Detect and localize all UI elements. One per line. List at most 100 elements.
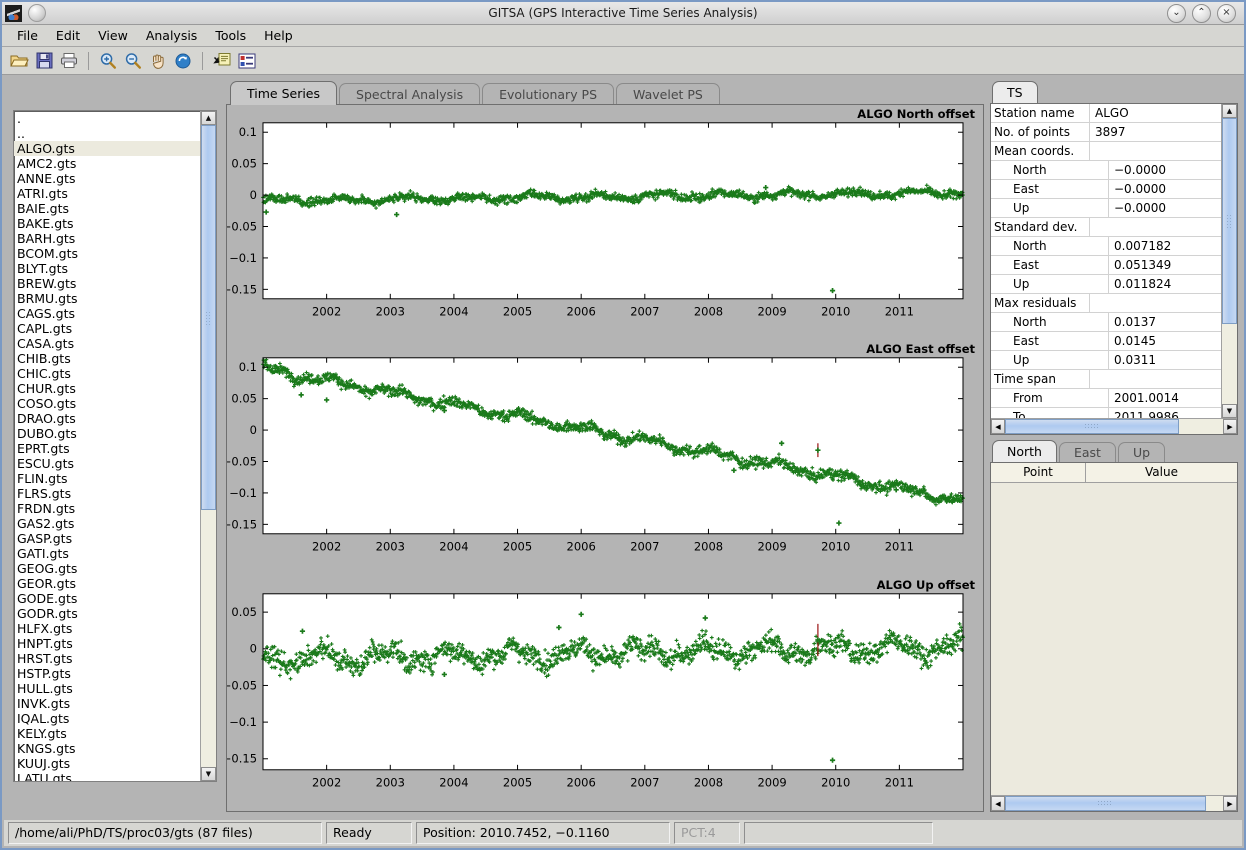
ts-info-row[interactable]: Station nameALGO [991,104,1221,123]
ts-info-row[interactable]: To2011.9986 [991,408,1221,418]
print-icon[interactable] [58,50,80,72]
scroll-thumb[interactable] [201,125,216,510]
file-list-item[interactable]: HLFX.gts [14,621,200,636]
file-list-item[interactable]: KELY.gts [14,726,200,741]
plot-up[interactable]: ALGO Up offset 0.050−0.05−0.1−0.15200220… [227,576,983,811]
file-list-item[interactable]: HSTP.gts [14,666,200,681]
pv-hscroll-track[interactable] [1005,796,1223,811]
ts-info-row[interactable]: Time span [991,370,1221,389]
menu-view[interactable]: View [89,26,137,45]
file-list[interactable]: ...ALGO.gtsAMC2.gtsANNE.gtsATRI.gtsBAIE.… [14,111,200,781]
file-list-item[interactable]: .. [14,126,200,141]
tab-time-series[interactable]: Time Series [230,81,337,105]
file-list-item[interactable]: BCOM.gts [14,246,200,261]
file-list-item[interactable]: FLIN.gts [14,471,200,486]
file-list-item[interactable]: BRMU.gts [14,291,200,306]
pan-hand-icon[interactable] [147,50,169,72]
file-list-item[interactable]: ALGO.gts [14,141,200,156]
file-list-scrollbar[interactable]: ▲ ▼ [200,111,216,781]
file-list-item[interactable]: CHIC.gts [14,366,200,381]
ts-info-row[interactable]: Up0.0311 [991,351,1221,370]
file-list-item[interactable]: . [14,111,200,126]
menu-analysis[interactable]: Analysis [137,26,207,45]
pv-scroll-left-arrow-icon[interactable]: ◀ [991,796,1005,811]
file-list-item[interactable]: CAGS.gts [14,306,200,321]
ts-info-row[interactable]: Up0.011824 [991,275,1221,294]
scroll-down-arrow-icon[interactable]: ▼ [201,767,216,781]
ts-scroll-thumb[interactable] [1222,118,1237,324]
plot-east[interactable]: ALGO East offset 0.10.050−0.05−0.1−0.152… [227,340,983,575]
ts-hscroll-thumb[interactable] [1005,419,1179,434]
file-list-item[interactable]: BAIE.gts [14,201,200,216]
zoom-out-icon[interactable] [122,50,144,72]
ts-scroll-left-arrow-icon[interactable]: ◀ [991,419,1005,434]
maximize-button[interactable]: ⌃ [1192,4,1211,23]
point-value-hscrollbar[interactable]: ◀ ▶ [991,795,1237,811]
tab-ts[interactable]: TS [992,81,1038,104]
minimize-button[interactable]: ⌄ [1167,4,1186,23]
close-button[interactable]: × [1217,4,1236,23]
file-list-item[interactable]: HNPT.gts [14,636,200,651]
scroll-up-arrow-icon[interactable]: ▲ [201,111,216,125]
point-value-body[interactable] [991,483,1237,795]
file-list-item[interactable]: GEOG.gts [14,561,200,576]
file-list-item[interactable]: AMC2.gts [14,156,200,171]
file-list-item[interactable]: BAKE.gts [14,216,200,231]
file-list-item[interactable]: IQAL.gts [14,711,200,726]
menu-help[interactable]: Help [255,26,302,45]
ts-info-row[interactable]: East0.0145 [991,332,1221,351]
ts-info-row[interactable]: Up−0.0000 [991,199,1221,218]
scroll-track[interactable] [201,125,216,767]
menu-tools[interactable]: Tools [206,26,255,45]
tab-wavelet-ps[interactable]: Wavelet PS [616,83,720,105]
tab-spectral-analysis[interactable]: Spectral Analysis [339,83,480,105]
ts-info-row[interactable]: North0.0137 [991,313,1221,332]
ts-info-row[interactable]: East0.051349 [991,256,1221,275]
tab-east[interactable]: East [1059,442,1116,463]
file-list-item[interactable]: BREW.gts [14,276,200,291]
file-list-item[interactable]: ESCU.gts [14,456,200,471]
ts-info-row[interactable]: From2001.0014 [991,389,1221,408]
ts-horizontal-scrollbar[interactable]: ◀ ▶ [991,418,1237,434]
file-list-item[interactable]: BARH.gts [14,231,200,246]
file-list-item[interactable]: CAPL.gts [14,321,200,336]
ts-scroll-down-arrow-icon[interactable]: ▼ [1222,404,1237,418]
file-list-item[interactable]: CHIB.gts [14,351,200,366]
menu-edit[interactable]: Edit [47,26,89,45]
file-list-item[interactable]: COSO.gts [14,396,200,411]
zoom-in-icon[interactable] [97,50,119,72]
file-list-item[interactable]: DUBO.gts [14,426,200,441]
ts-info-row[interactable]: East−0.0000 [991,180,1221,199]
ts-info-row[interactable]: No. of points3897 [991,123,1221,142]
pv-scroll-right-arrow-icon[interactable]: ▶ [1223,796,1237,811]
open-folder-icon[interactable] [8,50,30,72]
file-list-item[interactable]: FLRS.gts [14,486,200,501]
ts-info-row[interactable]: Standard dev. [991,218,1221,237]
plot-north[interactable]: ALGO North offset 0.10.050−0.05−0.1−0.15… [227,105,983,340]
ts-info-row[interactable]: North−0.0000 [991,161,1221,180]
file-list-item[interactable]: EPRT.gts [14,441,200,456]
file-list-item[interactable]: CASA.gts [14,336,200,351]
pv-hscroll-thumb[interactable] [1005,796,1206,811]
ts-scroll-up-arrow-icon[interactable]: ▲ [1222,104,1237,118]
file-list-item[interactable]: HRST.gts [14,651,200,666]
file-list-item[interactable]: KUUJ.gts [14,756,200,771]
file-list-item[interactable]: DRAO.gts [14,411,200,426]
tab-north[interactable]: North [992,440,1057,463]
ts-info-row[interactable]: Mean coords. [991,142,1221,161]
ts-info-row[interactable]: Max residuals [991,294,1221,313]
ts-hscroll-track[interactable] [1005,419,1223,434]
file-list-item[interactable]: GASP.gts [14,531,200,546]
rotate-icon[interactable] [172,50,194,72]
ts-scroll-track[interactable] [1222,118,1237,404]
file-list-item[interactable]: KNGS.gts [14,741,200,756]
save-floppy-icon[interactable] [33,50,55,72]
file-list-item[interactable]: GEOR.gts [14,576,200,591]
file-list-item[interactable]: INVK.gts [14,696,200,711]
file-list-item[interactable]: GAS2.gts [14,516,200,531]
file-list-item[interactable]: LATU.gts [14,771,200,781]
ts-vertical-scrollbar[interactable]: ▲ ▼ [1221,104,1237,418]
insert-note-icon[interactable] [211,50,233,72]
file-list-item[interactable]: HULL.gts [14,681,200,696]
file-list-item[interactable]: GODE.gts [14,591,200,606]
